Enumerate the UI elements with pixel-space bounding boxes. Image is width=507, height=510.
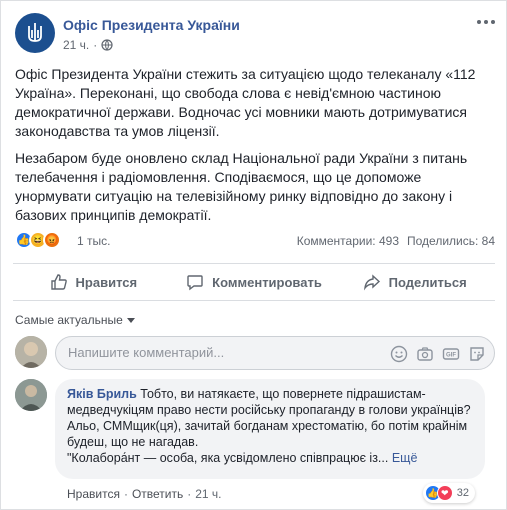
see-more-link[interactable]: Ещё: [392, 451, 418, 465]
comments-count[interactable]: Комментарии: 493: [297, 234, 399, 248]
comment-text-3: "Колабора́нт — особа, яка усвідомлено сп…: [67, 451, 389, 465]
chevron-down-icon: [126, 317, 135, 323]
comment-button[interactable]: Комментировать: [174, 264, 335, 300]
engagement-counts: Комментарии: 493 Поделились: 84: [297, 234, 495, 248]
comment-item: Яків Бриль Тобто, ви натякаєте, що повер…: [15, 379, 495, 509]
comments-filter-label: Самые актуальные: [15, 313, 123, 327]
footer-dot-2: ·: [187, 487, 192, 501]
shares-count[interactable]: Поделились: 84: [407, 234, 495, 248]
angry-reaction-icon: 😡: [43, 231, 61, 249]
like-label: Нравится: [75, 274, 138, 290]
share-icon: [363, 274, 380, 291]
comment-input[interactable]: [68, 345, 388, 360]
comment-label: Комментировать: [212, 274, 322, 290]
emoji-icon[interactable]: [390, 345, 408, 363]
user-avatar-image: [15, 336, 47, 368]
more-options-icon[interactable]: [477, 15, 497, 29]
post-actions: Нравится Комментировать Поделиться: [13, 263, 495, 301]
post-meta: 21 ч. ·: [63, 38, 113, 52]
gif-icon[interactable]: GIF: [442, 345, 460, 363]
camera-icon[interactable]: [416, 345, 434, 363]
globe-icon: [101, 39, 113, 51]
comment-box[interactable]: GIF: [55, 336, 495, 370]
sticker-icon[interactable]: [468, 345, 486, 363]
page-name[interactable]: Офіс Президента України: [63, 17, 240, 33]
comment-bubble: Яків Бриль Тобто, ви натякаєте, що повер…: [55, 379, 485, 479]
comment-reply-link[interactable]: Ответить: [132, 487, 183, 501]
footer-dot-1: ·: [123, 487, 128, 501]
comment-author[interactable]: Яків Бриль: [67, 387, 137, 401]
share-label: Поделиться: [388, 274, 467, 290]
post-stats: 👍 😆 😡 1 тыс. Комментарии: 493 Поделились…: [15, 230, 495, 252]
comment-reactions[interactable]: 👍 ❤ 32: [422, 483, 475, 503]
love-reaction-icon: ❤: [436, 485, 453, 501]
share-button[interactable]: Поделиться: [334, 264, 495, 300]
like-icon: [50, 274, 67, 290]
commenter-avatar[interactable]: [15, 379, 47, 411]
trident-logo-icon: [28, 23, 42, 42]
post-time[interactable]: 21 ч.: [63, 38, 89, 52]
meta-separator: ·: [93, 38, 98, 52]
comment-reaction-count: 32: [456, 487, 469, 499]
user-avatar[interactable]: [15, 336, 47, 368]
reaction-count[interactable]: 1 тыс.: [77, 234, 110, 248]
composer-tools: GIF: [390, 345, 486, 363]
comment-footer: Нравится · Ответить · 21 ч.: [67, 487, 222, 501]
commenter-avatar-image: [15, 379, 47, 411]
comment-like-link[interactable]: Нравится: [67, 487, 120, 501]
like-button[interactable]: Нравится: [13, 264, 174, 300]
post-card: Офіс Президента України 21 ч. · Офіс Пре…: [0, 0, 507, 510]
page-avatar[interactable]: [15, 13, 55, 53]
post-body: Офіс Президента України стежить за ситуа…: [15, 65, 499, 233]
comment-time[interactable]: 21 ч.: [195, 487, 221, 501]
comments-filter[interactable]: Самые актуальные: [15, 313, 135, 327]
svg-text:GIF: GIF: [446, 353, 456, 359]
post-paragraph-1: Офіс Президента України стежить за ситуа…: [15, 66, 476, 139]
reaction-icons[interactable]: 👍 😆 😡: [15, 231, 61, 249]
comment-composer: GIF: [15, 336, 495, 372]
comment-text-2: Альо, СММщик(ця), зачитай богданам хрест…: [67, 419, 468, 449]
post-header: Офіс Президента України 21 ч. ·: [13, 11, 495, 55]
comment-icon: [187, 275, 203, 291]
post-paragraph-2: Незабаром буде оновлено склад Національн…: [15, 150, 468, 223]
